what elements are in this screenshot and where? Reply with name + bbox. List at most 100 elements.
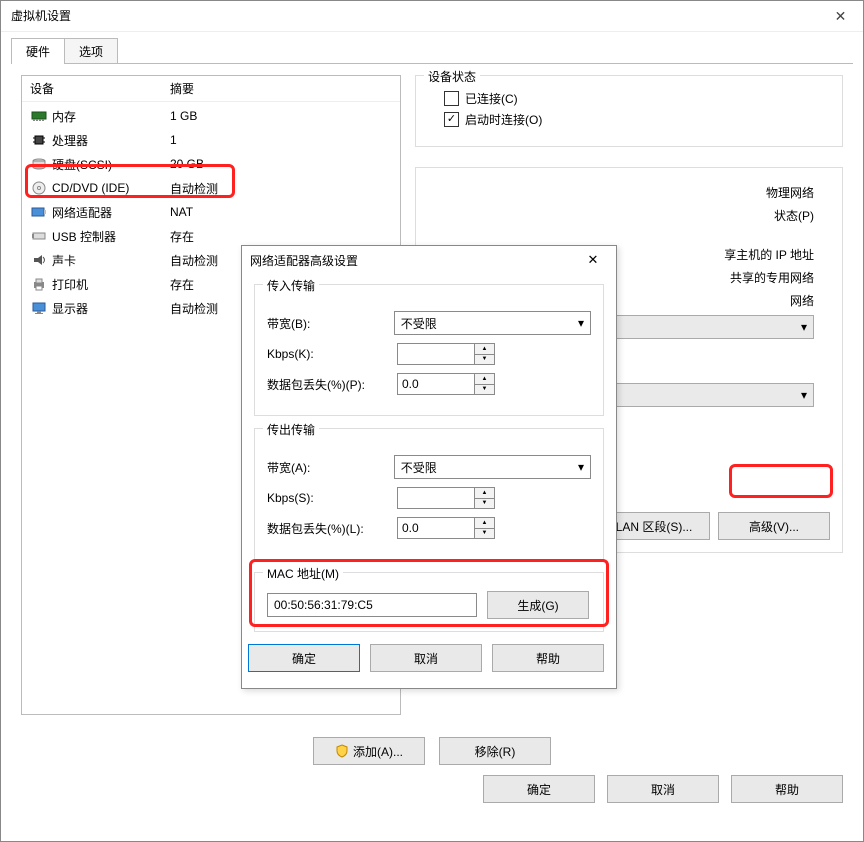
incoming-group: 传入传输 带宽(B): 不受限 ▾ Kbps(K): ▲ xyxy=(254,284,604,416)
device-name: CD/DVD (IDE) xyxy=(52,181,170,195)
help-button[interactable]: 帮助 xyxy=(731,775,843,803)
device-summary: 自动检测 xyxy=(170,252,218,269)
device-summary: 自动检测 xyxy=(170,300,218,317)
device-status-group: 设备状态 已连接(C) ✓ 启动时连接(O) xyxy=(415,75,843,147)
dialog-help-button[interactable]: 帮助 xyxy=(492,644,604,672)
remove-device-button[interactable]: 移除(R) xyxy=(439,737,551,765)
dialog-titlebar: 网络适配器高级设置 ✕ xyxy=(242,246,616,274)
device-name: 声卡 xyxy=(52,252,170,269)
advanced-button[interactable]: 高级(V)... xyxy=(718,512,830,540)
pktloss-in-label: 数据包丢失(%)(P): xyxy=(267,376,397,393)
device-name: USB 控制器 xyxy=(52,228,170,245)
tabs: 硬件 选项 xyxy=(1,32,863,64)
shield-icon xyxy=(335,744,349,758)
kbps-out-spin-down[interactable]: ▼ xyxy=(475,498,495,510)
bandwidth-out-label: 带宽(A): xyxy=(267,459,394,476)
outgoing-group: 传出传输 带宽(A): 不受限 ▾ Kbps(S): ▲ xyxy=(254,428,604,560)
pktloss-out-spin-down[interactable]: ▼ xyxy=(475,528,495,540)
bandwidth-out-select[interactable]: 不受限 ▾ xyxy=(394,455,591,479)
window-title: 虚拟机设置 xyxy=(11,1,71,31)
cd-icon xyxy=(30,181,48,195)
kbps-out-input[interactable] xyxy=(397,487,475,509)
outgoing-legend: 传出传输 xyxy=(263,421,319,438)
pktloss-in-input[interactable] xyxy=(397,373,475,395)
bridged-visible: 物理网络 xyxy=(766,186,814,200)
dialog-cancel-button[interactable]: 取消 xyxy=(370,644,482,672)
device-summary: 存在 xyxy=(170,228,194,245)
ok-button[interactable]: 确定 xyxy=(483,775,595,803)
bandwidth-in-select[interactable]: 不受限 ▾ xyxy=(394,311,591,335)
kbps-in-spin-down[interactable]: ▼ xyxy=(475,354,495,366)
device-summary: NAT xyxy=(170,205,193,219)
pktloss-out-input[interactable] xyxy=(397,517,475,539)
device-summary: 1 xyxy=(170,133,177,147)
dialog-ok-button[interactable]: 确定 xyxy=(248,644,360,672)
kbps-in-label: Kbps(K): xyxy=(267,347,397,361)
kbps-in-spin-up[interactable]: ▲ xyxy=(475,343,495,354)
device-row-memory[interactable]: 内存 1 GB xyxy=(22,104,400,128)
device-name: 打印机 xyxy=(52,276,170,293)
window-close-button[interactable]: ✕ xyxy=(818,1,863,31)
vm-settings-window: 虚拟机设置 ✕ 硬件 选项 设备 摘要 内存 1 GB xyxy=(0,0,864,842)
mac-address-input[interactable] xyxy=(267,593,477,617)
memory-icon xyxy=(30,110,48,122)
dialog-close-button[interactable]: ✕ xyxy=(578,252,608,268)
col-device: 设备 xyxy=(30,80,170,97)
device-list-footer: 添加(A)... 移除(R) xyxy=(1,737,863,765)
device-list-header: 设备 摘要 xyxy=(22,76,400,102)
pktloss-in-spin-down[interactable]: ▼ xyxy=(475,384,495,396)
tab-options[interactable]: 选项 xyxy=(64,38,118,64)
mac-address-group: MAC 地址(M) 生成(G) xyxy=(254,572,604,632)
add-button-label: 添加(A)... xyxy=(353,743,403,760)
dialog-title: 网络适配器高级设置 xyxy=(250,252,358,269)
cpu-icon xyxy=(30,133,48,147)
col-summary: 摘要 xyxy=(170,80,194,97)
device-row-network-adapter[interactable]: 网络适配器 NAT xyxy=(22,200,400,224)
device-name: 网络适配器 xyxy=(52,204,170,221)
connect-at-poweron-checkbox[interactable]: ✓ xyxy=(444,112,459,127)
dialog-footer: 确定 取消 帮助 xyxy=(254,644,604,676)
connected-checkbox[interactable] xyxy=(444,91,459,106)
replicate-visible: 状态(P) xyxy=(774,209,814,223)
device-name: 处理器 xyxy=(52,132,170,149)
bandwidth-in-label: 带宽(B): xyxy=(267,315,394,332)
pktloss-in-spin-up[interactable]: ▲ xyxy=(475,373,495,384)
device-name: 内存 xyxy=(52,108,170,125)
tab-underline xyxy=(11,63,853,64)
window-footer: 确定 取消 帮助 xyxy=(1,765,863,815)
tab-hardware[interactable]: 硬件 xyxy=(11,38,65,64)
kbps-in-input[interactable] xyxy=(397,343,475,365)
cancel-button[interactable]: 取消 xyxy=(607,775,719,803)
mac-legend: MAC 地址(M) xyxy=(263,565,343,582)
hostonly-visible: 共享的专用网络 xyxy=(730,271,814,285)
incoming-legend: 传入传输 xyxy=(263,277,319,294)
device-summary: 自动检测 xyxy=(170,180,218,197)
sound-icon xyxy=(30,253,48,267)
pktloss-out-spin-up[interactable]: ▲ xyxy=(475,517,495,528)
device-row-cpu[interactable]: 处理器 1 xyxy=(22,128,400,152)
chevron-down-icon: ▾ xyxy=(578,316,584,330)
display-icon xyxy=(30,301,48,315)
generate-mac-button[interactable]: 生成(G) xyxy=(487,591,589,619)
kbps-out-spin-up[interactable]: ▲ xyxy=(475,487,495,498)
network-adapter-icon xyxy=(30,206,48,218)
disk-icon xyxy=(30,158,48,170)
nat-visible: 享主机的 IP 地址 xyxy=(724,248,814,262)
device-summary: 存在 xyxy=(170,276,194,293)
device-name: 硬盘(SCSI) xyxy=(52,156,170,173)
pktloss-out-label: 数据包丢失(%)(L): xyxy=(267,520,397,537)
device-row-disk[interactable]: 硬盘(SCSI) 20 GB xyxy=(22,152,400,176)
custom-visible: 网络 xyxy=(790,294,814,308)
device-summary: 20 GB xyxy=(170,157,204,171)
kbps-out-label: Kbps(S): xyxy=(267,491,397,505)
device-status-legend: 设备状态 xyxy=(424,68,480,85)
printer-icon xyxy=(30,277,48,291)
device-row-cddvd[interactable]: CD/DVD (IDE) 自动检测 xyxy=(22,176,400,200)
titlebar: 虚拟机设置 ✕ xyxy=(1,1,863,32)
main-body: 设备 摘要 内存 1 GB 处理器 1 xyxy=(1,65,863,727)
usb-icon xyxy=(30,230,48,242)
bandwidth-out-value: 不受限 xyxy=(401,459,437,476)
add-device-button[interactable]: 添加(A)... xyxy=(313,737,425,765)
dialog-body: 传入传输 带宽(B): 不受限 ▾ Kbps(K): ▲ xyxy=(242,274,616,688)
device-name: 显示器 xyxy=(52,300,170,317)
